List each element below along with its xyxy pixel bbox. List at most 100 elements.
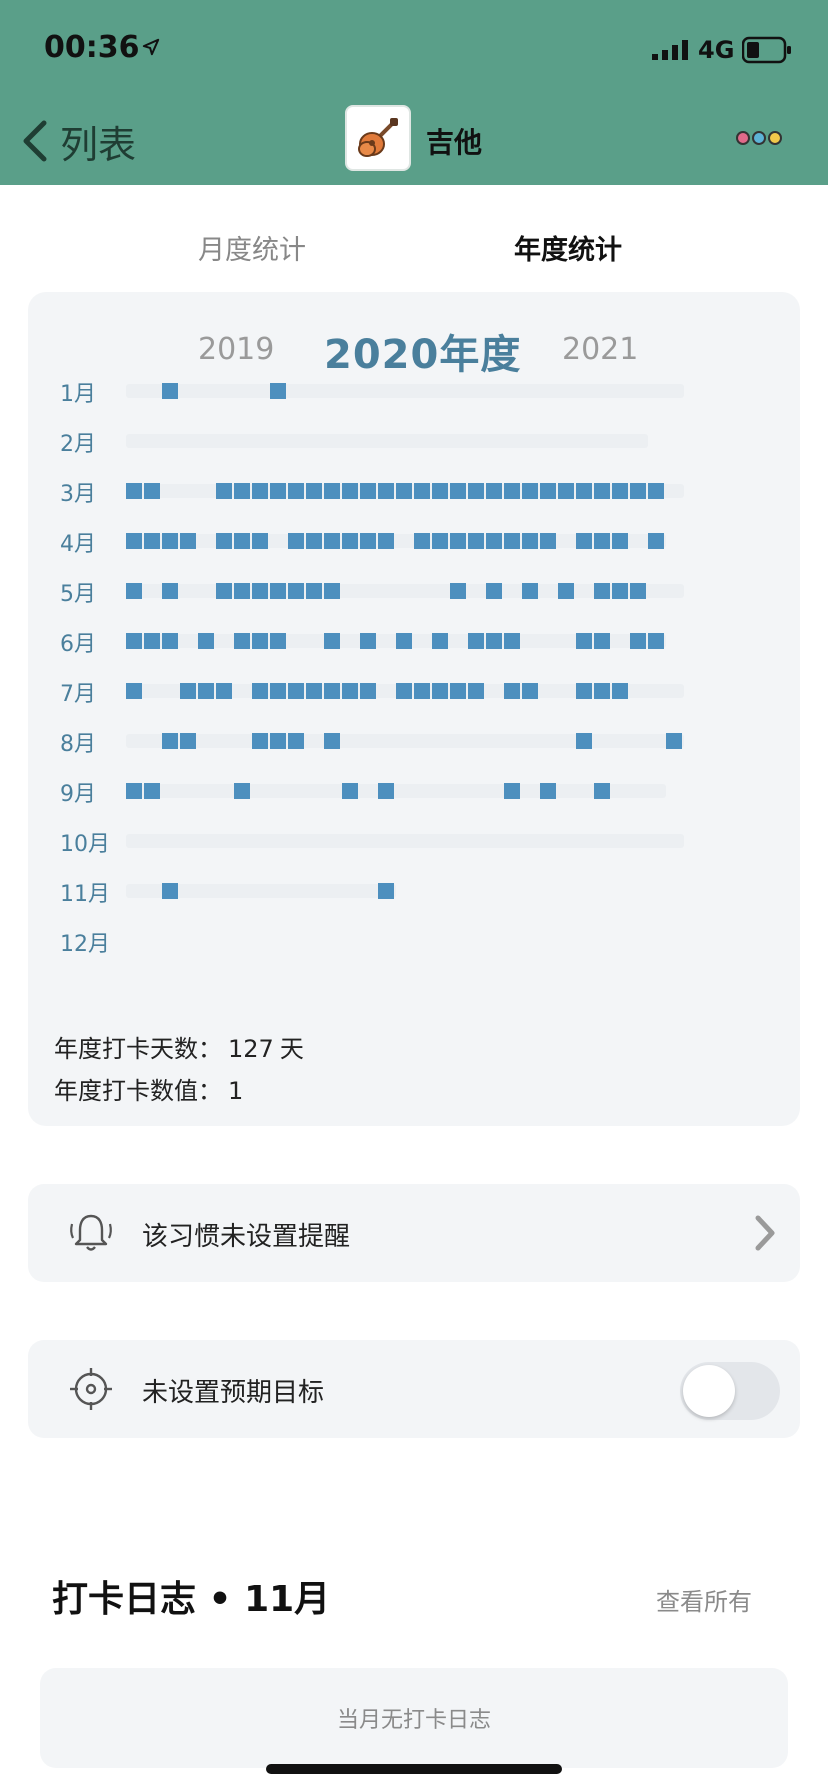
month-label: 4月: [60, 532, 96, 557]
checkin-day: [612, 533, 628, 549]
checkin-day: [540, 783, 556, 799]
checkin-day: [324, 483, 340, 499]
month-track: [126, 384, 684, 398]
checkin-day: [630, 483, 646, 499]
tab-yearly[interactable]: 年度统计: [514, 228, 622, 267]
checkin-day: [450, 683, 466, 699]
checkin-day: [594, 683, 610, 699]
tab-monthly[interactable]: 月度统计: [198, 228, 306, 267]
checkin-day: [378, 483, 394, 499]
yearly-card: 2019 2020年度 2021 1月 2月 3月 4月 5月 6月 7月 8月 9月 10月 11…: [28, 292, 800, 1126]
checkin-day: [288, 583, 304, 599]
checkin-day: [270, 483, 286, 499]
back-button[interactable]: 列表: [20, 113, 136, 169]
month-row: 6月: [28, 614, 800, 664]
checkin-day: [630, 633, 646, 649]
checkin-day: [504, 533, 520, 549]
month-label: 9月: [60, 782, 96, 807]
days-unit: 天: [279, 1035, 304, 1063]
checkin-day: [324, 533, 340, 549]
checkin-day: [270, 633, 286, 649]
checkin-day: [234, 483, 250, 499]
month-label: 7月: [60, 682, 96, 707]
signal-icon: [652, 40, 688, 60]
checkin-day: [306, 533, 322, 549]
checkin-day: [252, 683, 268, 699]
month-label: 3月: [60, 482, 96, 507]
checkin-day: [468, 533, 484, 549]
checkin-day: [162, 583, 178, 599]
chevron-left-icon: [23, 120, 47, 162]
checkin-day: [306, 683, 322, 699]
checkin-day: [576, 733, 592, 749]
checkin-day: [252, 633, 268, 649]
guitar-icon: [358, 118, 398, 157]
chevron-right-icon: [755, 1215, 775, 1251]
checkin-day: [126, 583, 142, 599]
month-label: 1月: [60, 382, 96, 407]
checkin-day: [450, 583, 466, 599]
checkin-day: [162, 883, 178, 899]
month-label: 8月: [60, 732, 96, 757]
checkin-day: [162, 633, 178, 649]
checkin-day: [522, 683, 538, 699]
checkin-day: [162, 733, 178, 749]
month-track: [126, 784, 666, 798]
month-row: 12月: [28, 914, 800, 964]
next-year-button[interactable]: 2021: [562, 332, 638, 367]
checkin-day: [504, 783, 520, 799]
month-label: 11月: [60, 882, 110, 907]
month-row: 10月: [28, 814, 800, 864]
checkin-day: [576, 483, 592, 499]
checkin-day: [342, 533, 358, 549]
checkin-day: [468, 483, 484, 499]
checkin-day: [486, 533, 502, 549]
status-bar: 00:36 4G: [0, 0, 828, 95]
goal-toggle[interactable]: [680, 1362, 780, 1420]
location-arrow-icon: [142, 38, 160, 56]
checkin-day: [324, 633, 340, 649]
checkin-day: [324, 683, 340, 699]
network-type: 4G: [698, 36, 735, 64]
value-label: 年度打卡数值：: [54, 1077, 222, 1105]
checkin-day: [504, 483, 520, 499]
checkin-day: [198, 633, 214, 649]
checkin-day: [126, 483, 142, 499]
month-row: 5月: [28, 564, 800, 614]
prev-year-button[interactable]: 2019: [198, 332, 274, 367]
reminder-label: 该习惯未设置提醒: [142, 1222, 351, 1252]
home-indicator[interactable]: [266, 1764, 562, 1774]
checkin-day: [216, 483, 232, 499]
checkin-day: [612, 583, 628, 599]
checkin-day: [486, 633, 502, 649]
checkin-day: [648, 533, 664, 549]
goal-label: 未设置预期目标: [142, 1378, 325, 1408]
see-all-link[interactable]: 查看所有: [656, 1582, 752, 1617]
checkin-day: [378, 533, 394, 549]
checkin-day: [468, 633, 484, 649]
checkin-day: [180, 533, 196, 549]
checkin-day: [198, 683, 214, 699]
checkin-day: [252, 583, 268, 599]
checkin-day: [126, 633, 142, 649]
checkin-day: [414, 483, 430, 499]
checkin-day: [288, 483, 304, 499]
month-track: [126, 834, 684, 848]
checkin-day: [576, 533, 592, 549]
checkin-day: [378, 783, 394, 799]
checkin-day: [342, 783, 358, 799]
checkin-day: [162, 383, 178, 399]
checkin-day: [306, 583, 322, 599]
checkin-day: [648, 483, 664, 499]
checkin-day: [144, 633, 160, 649]
checkin-day: [450, 483, 466, 499]
more-button[interactable]: [736, 131, 782, 145]
checkin-day: [414, 533, 430, 549]
reminder-row[interactable]: 该习惯未设置提醒: [28, 1184, 800, 1282]
checkin-day: [522, 533, 538, 549]
checkin-day: [126, 683, 142, 699]
days-label: 年度打卡天数：: [54, 1035, 222, 1063]
month-track: [126, 734, 684, 748]
back-label: 列表: [60, 122, 137, 167]
checkin-day: [450, 533, 466, 549]
